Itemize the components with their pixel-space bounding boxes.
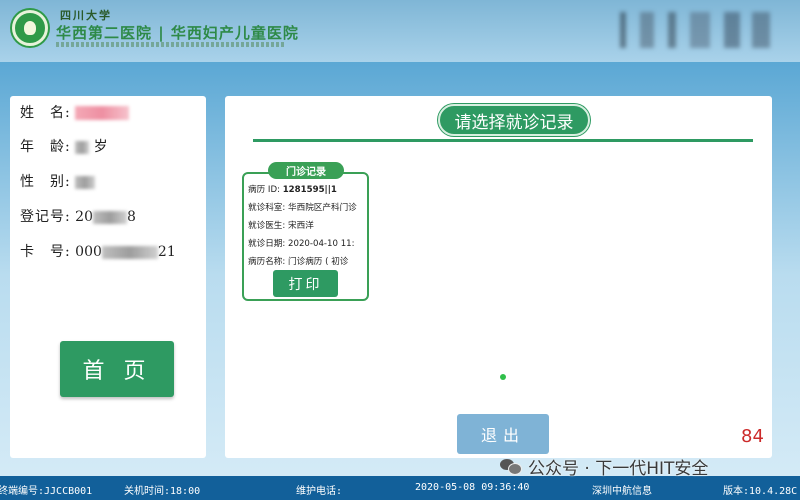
doctor-value: 宋西洋: [288, 221, 314, 231]
patient-card-row: 卡 号: 000 21: [20, 241, 176, 261]
redacted-age: [75, 140, 90, 154]
shutdown-time: 关机时间:18:00: [124, 486, 201, 497]
card-label: 卡 号:: [20, 244, 71, 260]
app-header: 四川大学 华西第二医院 | 华西妇产儿童医院: [0, 0, 800, 62]
version-info: 版本:10.4.28C: [723, 486, 798, 497]
patient-age-row: 年 龄: 岁: [20, 136, 108, 156]
status-dot: [500, 374, 506, 380]
doctor-label: 就诊医生:: [248, 221, 289, 231]
hospital-logo-icon: [12, 10, 48, 46]
company-name: 深圳中航信息: [592, 486, 652, 497]
university-name: 四川大学: [60, 9, 112, 22]
redacted-header-info: [620, 12, 780, 48]
watermark: 公众号 · 下一代HIT安全: [500, 453, 708, 479]
redacted-gender: [75, 175, 96, 189]
record-name-value: 门诊病历 ( 初诊: [288, 257, 349, 267]
card-suffix: 21: [157, 244, 176, 260]
outpatient-record-tag: 门诊记录: [268, 162, 344, 179]
print-button[interactable]: 打印: [273, 270, 338, 297]
visit-date-value: 2020-04-10 11:: [288, 239, 355, 249]
current-datetime: 2020-05-08 09:36:40: [415, 482, 530, 493]
patient-registration-row: 登记号: 20 8: [20, 206, 136, 226]
registration-label: 登记号:: [20, 209, 71, 225]
doctor-line: 就诊医生: 宋西洋: [248, 219, 314, 231]
panel-title: 请选择就诊记录: [438, 104, 590, 136]
age-label: 年 龄:: [20, 139, 71, 155]
registration-prefix: 20: [75, 209, 93, 225]
redacted-card: [101, 245, 158, 259]
home-button[interactable]: 首 页: [60, 341, 174, 397]
maintenance-phone: 维护电话:: [296, 486, 343, 497]
patient-name-row: 姓 名:: [20, 102, 130, 122]
exit-button[interactable]: 退出: [457, 414, 549, 454]
visit-records-panel: 请选择就诊记录 病历 ID: 1281595||1 就诊科室: 华西院区产科门诊…: [225, 96, 772, 458]
visit-record-card[interactable]: 病历 ID: 1281595||1 就诊科室: 华西院区产科门诊 就诊医生: 宋…: [242, 172, 369, 301]
title-divider: [253, 139, 753, 142]
gender-label: 性 别:: [20, 174, 71, 190]
patient-info-panel: 姓 名: 年 龄: 岁 性 别: 登记号: 20 8 卡 号: 000 21 首 页: [10, 96, 206, 458]
countdown-timer: 84: [741, 426, 764, 447]
patient-gender-row: 性 别:: [20, 171, 96, 191]
age-unit: 岁: [93, 139, 108, 155]
hospital-subtitle-blur: [56, 42, 286, 47]
hospital-name: 华西第二医院 | 华西妇产儿童医院: [56, 24, 299, 42]
record-id-value: 1281595||1: [282, 185, 337, 195]
department-line: 就诊科室: 华西院区产科门诊: [248, 201, 357, 213]
record-name-line: 病历名称: 门诊病历 ( 初诊: [248, 255, 348, 267]
department-value: 华西院区产科门诊: [288, 203, 357, 213]
redacted-registration: [93, 210, 127, 224]
watermark-text: 公众号 · 下一代HIT安全: [528, 458, 709, 479]
status-bar: 终端编号:JJCCB001 关机时间:18:00 维护电话: 2020-05-0…: [0, 476, 800, 500]
card-prefix: 000: [75, 244, 102, 260]
name-label: 姓 名:: [20, 105, 71, 121]
department-label: 就诊科室:: [248, 203, 289, 213]
wechat-icon: [500, 457, 522, 475]
redacted-name: [75, 106, 130, 120]
visit-date-label: 就诊日期:: [248, 239, 289, 249]
visit-date-line: 就诊日期: 2020-04-10 11:: [248, 237, 355, 249]
record-name-label: 病历名称:: [248, 257, 289, 267]
record-id-line: 病历 ID: 1281595||1: [248, 183, 337, 195]
registration-suffix: 8: [127, 209, 136, 225]
record-id-label: 病历 ID:: [248, 185, 283, 195]
terminal-id: 终端编号:JJCCB001: [0, 486, 93, 497]
